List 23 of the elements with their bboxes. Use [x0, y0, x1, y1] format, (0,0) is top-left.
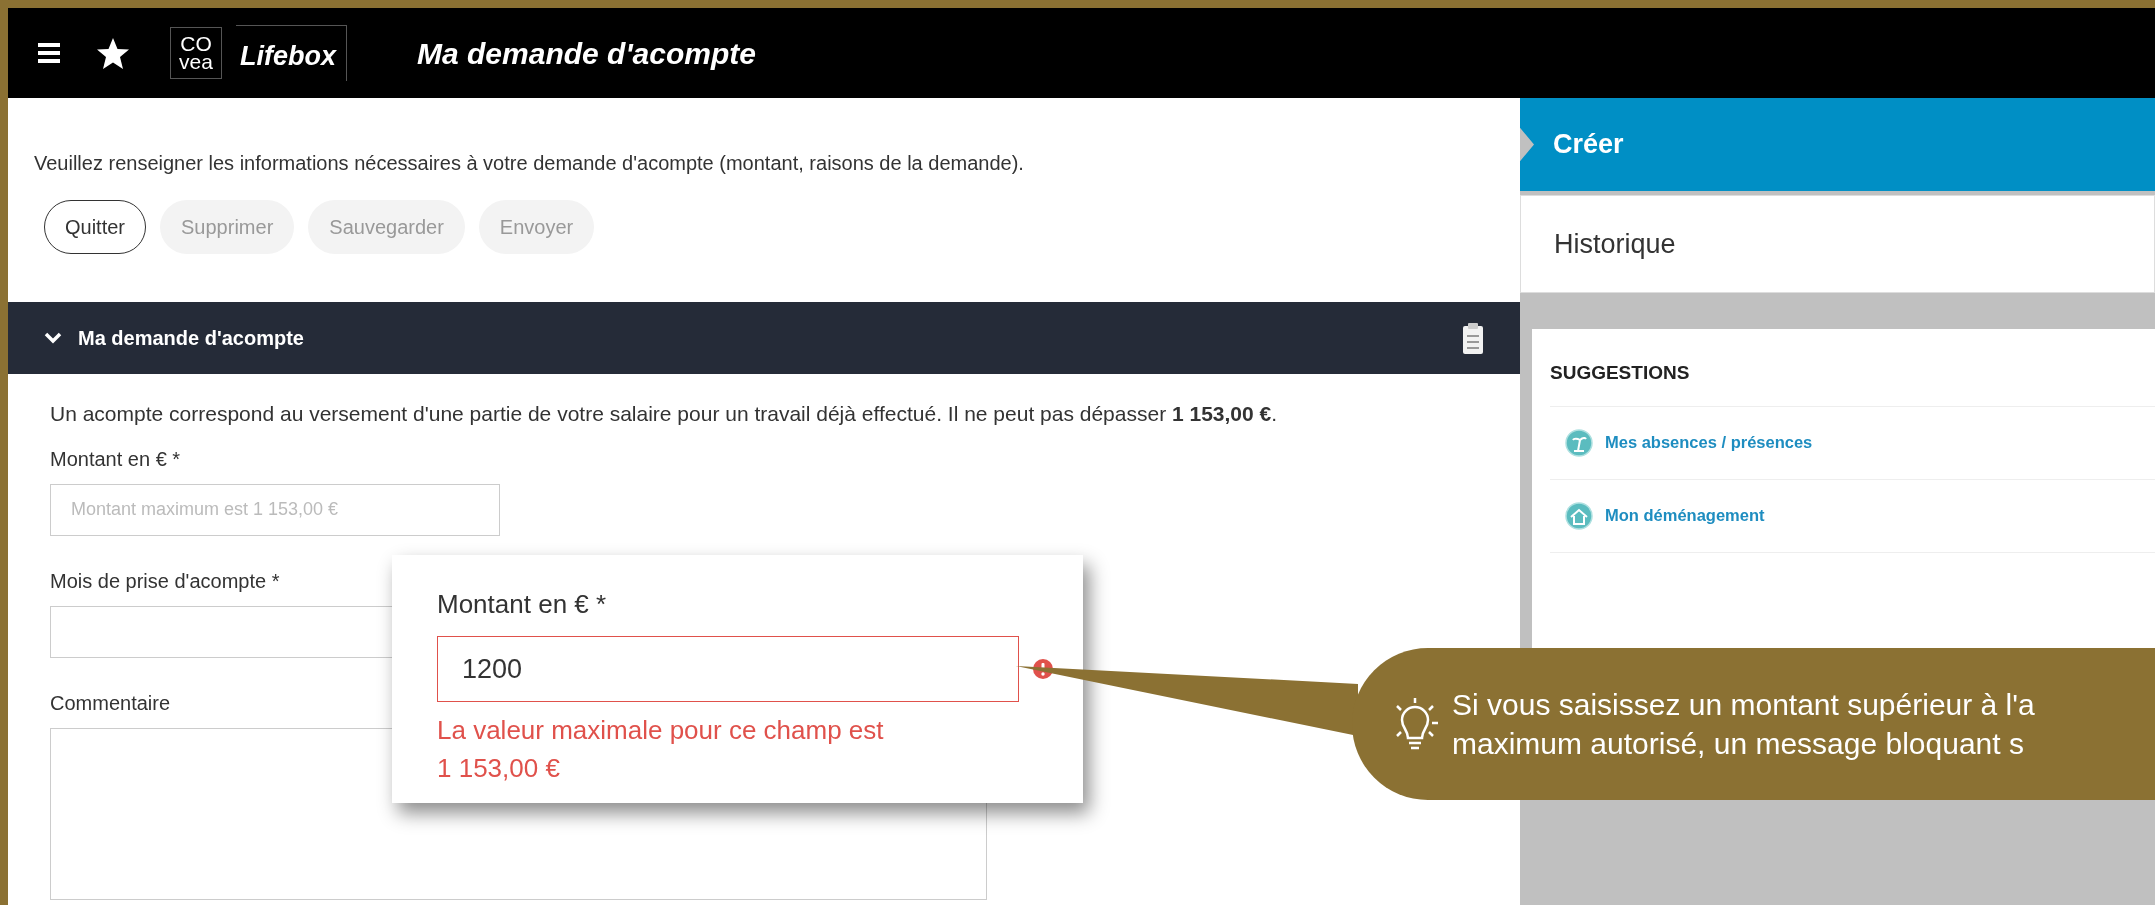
logo-text: CO	[180, 35, 212, 53]
field-label: Mois de prise d'acompte *	[50, 568, 280, 594]
action-button[interactable]: Quitter	[44, 200, 147, 254]
tip-text: Si vous saisissez un montant supérieur à l'a	[1452, 687, 2035, 723]
description-text: Un acompte correspond au versement d'une partie de votre salaire pour un travail déjà effectué. Il ne peut pas dépasser 1 153,00 €.	[50, 401, 1279, 427]
field-label: Commentaire	[50, 690, 171, 716]
suggestion-link[interactable]: Mon déménagement	[1605, 503, 1765, 528]
input-field[interactable]: 1200	[437, 636, 1019, 702]
page-title: Ma demande d'acompte	[417, 35, 756, 72]
field-label: Montant en € *	[50, 446, 181, 472]
field-label: Montant en € *	[437, 588, 608, 621]
suggestion-link[interactable]: Mes absences / présences	[1605, 430, 1813, 455]
brand-name: Lifebox	[236, 25, 347, 81]
sidebar-tab[interactable]: Créer	[1520, 98, 2155, 191]
suggestions-title: SUGGESTIONS	[1550, 359, 2155, 407]
input-field[interactable]: Montant maximum est 1 153,00 €	[50, 483, 500, 536]
tip-text: maximum autorisé, un message bloquant s	[1452, 726, 2025, 762]
sidebar-tab[interactable]: Historique	[1520, 195, 2155, 293]
logo-text: vea	[179, 53, 213, 71]
error-message: La valeur maximale pour ce champ est 1 153,00 €	[437, 714, 885, 785]
section-title: Ma demande d'acompte	[78, 326, 304, 351]
section-header[interactable]: Ma demande d'acompte	[8, 302, 1520, 374]
instructions-text: Veuillez renseigner les informations nécessaires à votre demande d'acompte (montant, raisons de la demande).	[34, 151, 1025, 176]
